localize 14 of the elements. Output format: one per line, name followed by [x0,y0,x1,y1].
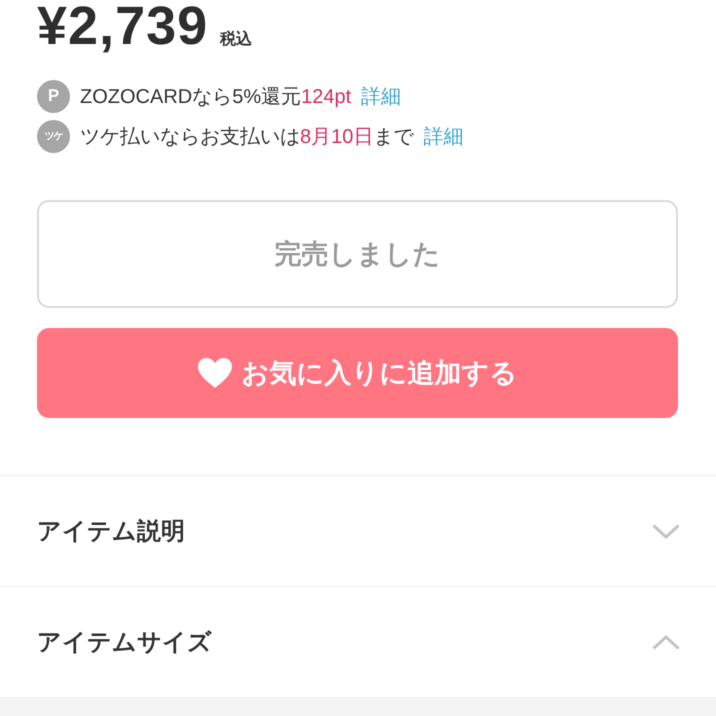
chevron-down-icon[interactable] [652,524,680,538]
section-heading[interactable]: アイテム説明 [37,515,185,547]
details-link[interactable]: 詳細 [423,122,464,150]
benefit-text: ZOZOCARDなら5%還元124pt [80,84,352,110]
price: ¥2,739 [37,0,208,52]
chevron-up-icon[interactable] [652,634,680,650]
pay-later-badge: ツケ [37,120,70,152]
add-to-favorites-button[interactable]: お気に入りに追加する [37,328,678,418]
details-link[interactable]: 詳細 [361,82,402,110]
points-badge: P [37,80,70,112]
tax-note: 税込 [220,29,252,50]
benefit-text: ツケ払いならお支払いは8月10日 まで [80,124,414,150]
section-heading[interactable]: アイテムサイズ [37,626,212,658]
heart-icon [198,358,232,388]
